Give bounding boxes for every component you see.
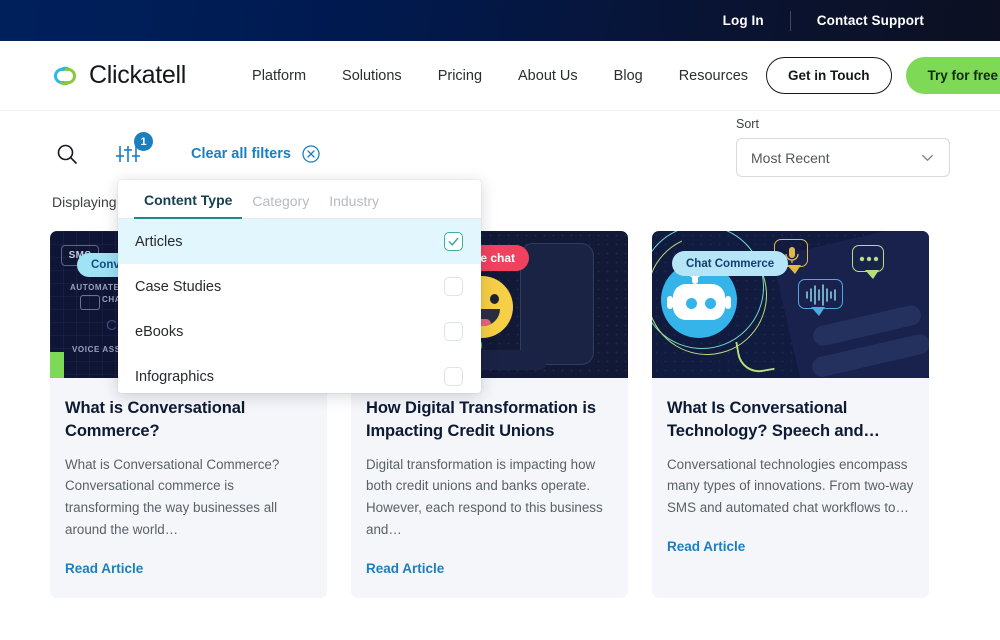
filter-option-label: Case Studies — [135, 279, 221, 295]
card-title: What is Conversational Commerce? — [65, 397, 312, 443]
audio-waveform-icon — [799, 280, 844, 310]
filter-option-label: Infographics — [135, 369, 214, 385]
sort-selected-value: Most Recent — [751, 150, 830, 166]
robot-ear-right — [725, 296, 731, 309]
brand-name: Clickatell — [89, 61, 186, 90]
nav-links: Platform Solutions Pricing About Us Blog… — [234, 60, 766, 92]
checkbox-infographics[interactable] — [444, 367, 463, 386]
card-image: Chat Commerce — [652, 231, 929, 378]
nav-actions: Get in Touch Try for free — [766, 57, 1000, 94]
filter-option-infographics[interactable]: Infographics — [118, 354, 481, 393]
chat-commerce-pill: Chat Commerce — [672, 251, 788, 276]
contact-support-link[interactable]: Contact Support — [791, 13, 950, 28]
checkmark-icon — [447, 235, 460, 248]
card-title: How Digital Transformation is Impacting … — [366, 397, 613, 443]
filter-option-articles[interactable]: Articles — [118, 219, 481, 264]
checkbox-case-studies[interactable] — [444, 277, 463, 296]
robot-eye-right — [705, 298, 716, 309]
clear-all-filters-button[interactable]: Clear all filters — [191, 145, 320, 163]
clickatell-logo[interactable]: Clickatell — [50, 61, 186, 90]
tab-content-type[interactable]: Content Type — [134, 192, 242, 219]
decorative-green-square — [50, 352, 64, 378]
nav-item-resources[interactable]: Resources — [661, 60, 766, 92]
chevron-down-icon — [920, 150, 935, 165]
card-body: How Digital Transformation is Impacting … — [351, 378, 628, 598]
checkbox-ebooks[interactable] — [444, 322, 463, 341]
ellipsis-bubble — [852, 245, 884, 272]
filter-option-label: Articles — [135, 234, 183, 250]
utility-divider — [790, 11, 791, 31]
nav-item-about-us[interactable]: About Us — [500, 60, 596, 92]
search-icon — [55, 142, 79, 166]
filter-button[interactable]: 1 — [111, 137, 145, 171]
filter-panel-tabs: Content Type Category Industry — [118, 180, 481, 219]
phone-outline-icon — [520, 243, 594, 365]
circle-x-icon — [302, 145, 320, 163]
filter-dropdown-panel: Content Type Category Industry Articles … — [118, 180, 481, 393]
sort-select[interactable]: Most Recent — [736, 138, 950, 177]
tab-category[interactable]: Category — [242, 193, 319, 218]
card-title: What Is Conversational Technology? Speec… — [667, 397, 914, 443]
nav-item-blog[interactable]: Blog — [596, 60, 661, 92]
read-article-link[interactable]: Read Article — [65, 561, 143, 576]
ellipsis-icon — [853, 246, 885, 273]
read-article-link[interactable]: Read Article — [667, 539, 745, 554]
try-for-free-button[interactable]: Try for free — [906, 57, 1000, 94]
card-body: What Is Conversational Technology? Speec… — [652, 378, 929, 576]
robot-eye-left — [686, 298, 697, 309]
get-in-touch-button[interactable]: Get in Touch — [766, 57, 892, 94]
tab-industry[interactable]: Industry — [319, 193, 389, 218]
sort-label: Sort — [736, 117, 950, 131]
login-link[interactable]: Log In — [697, 13, 790, 28]
resource-card[interactable]: Chat Commerce — [652, 231, 929, 598]
nav-item-platform[interactable]: Platform — [234, 60, 324, 92]
main-navigation: Clickatell Platform Solutions Pricing Ab… — [0, 41, 1000, 111]
card-body: What is Conversational Commerce? What is… — [50, 378, 327, 598]
card-artwork-chat-commerce: Chat Commerce — [652, 231, 929, 378]
filter-option-ebooks[interactable]: eBooks — [118, 309, 481, 354]
nav-item-pricing[interactable]: Pricing — [420, 60, 500, 92]
robot-head — [673, 284, 725, 320]
nav-item-solutions[interactable]: Solutions — [324, 60, 420, 92]
clickatell-loop-logo-icon — [50, 65, 80, 87]
search-button[interactable] — [50, 137, 84, 171]
waveform-bubble — [798, 279, 843, 309]
utility-top-bar: Log In Contact Support — [0, 0, 1000, 41]
card-description: What is Conversational Commerce? Convers… — [65, 454, 312, 541]
utility-links: Log In Contact Support — [697, 11, 950, 31]
emoji-eye-right — [490, 294, 499, 304]
checkbox-articles[interactable] — [444, 232, 463, 251]
clear-all-filters-label: Clear all filters — [191, 146, 291, 162]
sort-control: Sort Most Recent — [736, 117, 950, 177]
read-article-link[interactable]: Read Article — [366, 561, 444, 576]
card-description: Digital transformation is impacting how … — [366, 454, 613, 541]
filter-option-case-studies[interactable]: Case Studies — [118, 264, 481, 309]
chat-bubble-icon — [80, 295, 100, 310]
filter-option-label: eBooks — [135, 324, 183, 340]
filter-count-badge: 1 — [134, 132, 153, 151]
card-description: Conversational technologies encompass ma… — [667, 454, 914, 520]
